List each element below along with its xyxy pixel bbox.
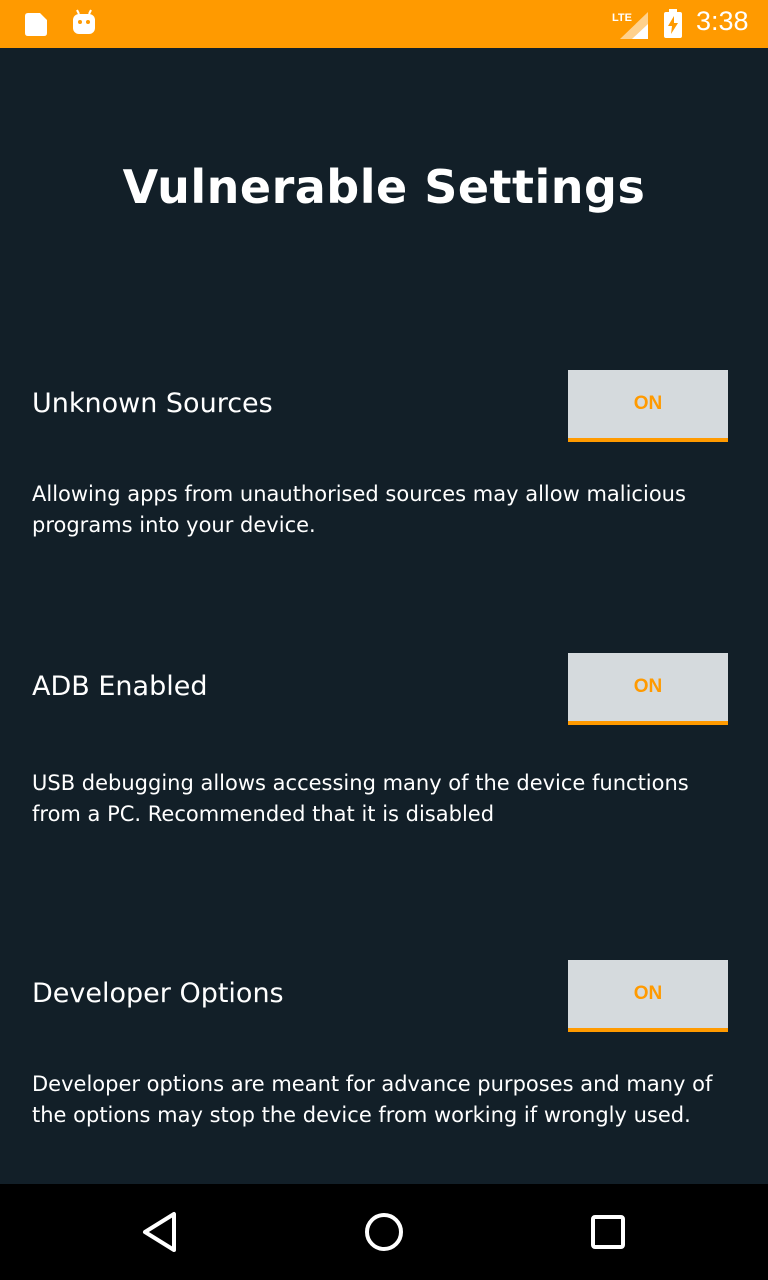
setting-description: Allowing apps from unauthorised sources … xyxy=(32,482,686,537)
developer-options-toggle[interactable]: ON xyxy=(568,960,728,1032)
status-bar: LTE 3:38 xyxy=(0,0,768,48)
page-title: Vulnerable Settings xyxy=(122,160,646,214)
lte-signal-icon: LTE xyxy=(610,8,650,44)
setting-label: Developer Options xyxy=(32,978,284,1009)
back-icon[interactable] xyxy=(140,1210,180,1258)
unknown-sources-toggle[interactable]: ON xyxy=(568,370,728,442)
status-time: 3:38 xyxy=(696,6,749,36)
battery-charging-icon xyxy=(663,9,683,43)
recents-icon[interactable] xyxy=(588,1210,628,1258)
adb-enabled-toggle[interactable]: ON xyxy=(568,653,728,725)
android-icon xyxy=(70,8,98,42)
setting-description: USB debugging allows accessing many of t… xyxy=(32,771,689,826)
document-icon xyxy=(22,10,50,42)
navigation-bar xyxy=(0,1184,768,1280)
setting-label: Unknown Sources xyxy=(32,388,273,419)
lte-label: LTE xyxy=(612,12,632,24)
setting-description: Developer options are meant for advance … xyxy=(32,1072,713,1127)
setting-label: ADB Enabled xyxy=(32,671,208,702)
home-icon[interactable] xyxy=(362,1210,406,1258)
